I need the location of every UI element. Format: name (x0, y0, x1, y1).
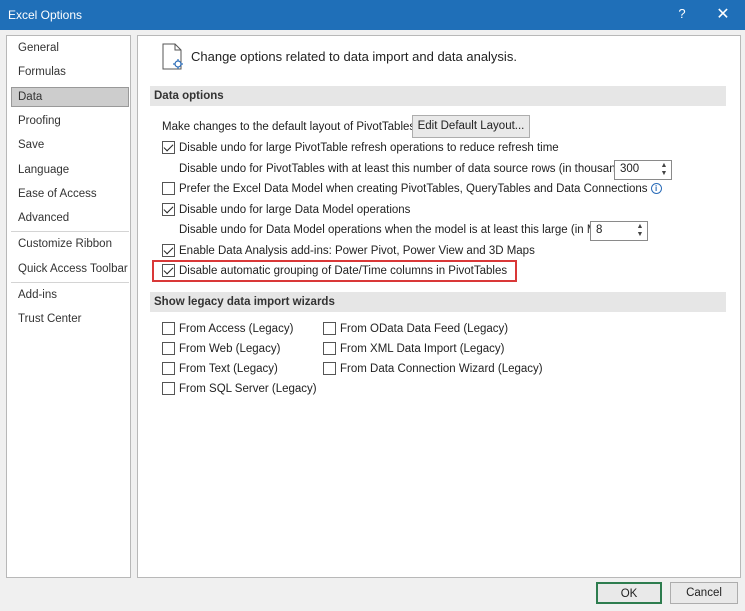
sidebar-divider (11, 231, 129, 232)
data-options-icon (160, 42, 186, 75)
checkbox[interactable] (162, 182, 175, 195)
highlight-box (152, 260, 517, 282)
undo-model-size-label: Disable undo for Data Model operations w… (179, 224, 612, 236)
spinner-value: 8 (596, 224, 603, 236)
sidebar-item-quick-access-toolbar[interactable]: Quick Access Toolbar (11, 259, 129, 279)
checkbox-label: From OData Data Feed (Legacy) (340, 323, 509, 335)
page-header: Change options related to data import an… (191, 49, 517, 64)
sidebar-item-advanced[interactable]: Advanced (11, 208, 129, 228)
checkbox-label: From Data Connection Wizard (Legacy) (340, 363, 543, 375)
sidebar-item-general[interactable]: General (11, 38, 129, 58)
sidebar-item-language[interactable]: Language (11, 160, 129, 180)
checkbox-label: From Text (Legacy) (179, 363, 278, 375)
sidebar-divider (11, 282, 129, 283)
ok-button[interactable]: OK (596, 582, 662, 604)
sidebar: General Formulas Data Proofing Save Lang… (6, 35, 131, 578)
checkbox[interactable] (162, 342, 175, 355)
checkbox-row[interactable]: From OData Data Feed (Legacy) (323, 320, 543, 338)
sidebar-item-customize-ribbon[interactable]: Customize Ribbon (11, 234, 129, 254)
section-legacy-wizards: Show legacy data import wizards (150, 292, 726, 312)
checkbox-row[interactable]: From Data Connection Wizard (Legacy) (323, 360, 543, 378)
checkbox-row[interactable]: From Text (Legacy) (162, 360, 312, 378)
checkbox-row[interactable]: Prefer the Excel Data Model when creatin… (162, 180, 722, 198)
checkbox-row[interactable]: Disable undo for large PivotTable refres… (162, 139, 722, 157)
checkbox-label: From Web (Legacy) (179, 343, 281, 355)
sidebar-item-data[interactable]: Data (11, 87, 129, 107)
edit-default-layout-button[interactable]: Edit Default Layout... (412, 115, 530, 138)
spinner-arrows-icon[interactable]: ▲ ▼ (659, 162, 669, 178)
checkbox[interactable] (323, 342, 336, 355)
undo-rows-spinner[interactable]: 300 ▲ ▼ (614, 160, 672, 180)
checkbox-label: Disable undo for large PivotTable refres… (179, 142, 559, 154)
title-bar: Excel Options ? ✕ (0, 0, 745, 30)
checkbox[interactable] (162, 244, 175, 257)
cancel-button[interactable]: Cancel (670, 582, 738, 604)
checkbox-label: Disable undo for large Data Model operat… (179, 204, 411, 216)
checkbox[interactable] (162, 322, 175, 335)
checkbox[interactable] (162, 382, 175, 395)
checkbox-row[interactable]: From SQL Server (Legacy) (162, 380, 317, 398)
spinner-arrows-icon[interactable]: ▲ ▼ (635, 223, 645, 239)
checkbox-row[interactable]: From Access (Legacy) (162, 320, 312, 338)
checkbox[interactable] (162, 141, 175, 154)
checkbox-label: Prefer the Excel Data Model when creatin… (179, 180, 662, 198)
close-button[interactable]: ✕ (709, 4, 737, 26)
checkbox[interactable] (162, 203, 175, 216)
section-data-options: Data options (150, 86, 726, 106)
model-size-spinner[interactable]: 8 ▲ ▼ (590, 221, 648, 241)
checkbox-label: Enable Data Analysis add-ins: Power Pivo… (179, 245, 535, 257)
checkbox[interactable] (323, 322, 336, 335)
checkbox-row[interactable]: Disable undo for large Data Model operat… (162, 201, 722, 219)
checkbox-row[interactable]: Enable Data Analysis add-ins: Power Pivo… (162, 242, 722, 260)
checkbox[interactable] (162, 362, 175, 375)
window-title: Excel Options (8, 8, 83, 22)
info-icon[interactable]: i (650, 183, 662, 194)
checkbox[interactable] (323, 362, 336, 375)
sidebar-item-proofing[interactable]: Proofing (11, 111, 129, 131)
sidebar-item-ease-of-access[interactable]: Ease of Access (11, 184, 129, 204)
checkbox-row[interactable]: From Web (Legacy) (162, 340, 312, 358)
checkbox-row[interactable]: From XML Data Import (Legacy) (323, 340, 543, 358)
sidebar-item-trust-center[interactable]: Trust Center (11, 309, 129, 329)
undo-rows-label: Disable undo for PivotTables with at lea… (179, 163, 635, 175)
checkbox-label: From Access (Legacy) (179, 323, 294, 335)
default-layout-label: Make changes to the default layout of Pi… (162, 121, 419, 133)
checkbox-label: From XML Data Import (Legacy) (340, 343, 505, 355)
spinner-value: 300 (620, 163, 640, 175)
content-panel: Change options related to data import an… (137, 35, 741, 578)
sidebar-item-save[interactable]: Save (11, 135, 129, 155)
sidebar-item-formulas[interactable]: Formulas (11, 62, 129, 82)
help-button[interactable]: ? (674, 6, 690, 21)
checkbox-label: From SQL Server (Legacy) (179, 383, 317, 395)
sidebar-item-add-ins[interactable]: Add-ins (11, 285, 129, 305)
